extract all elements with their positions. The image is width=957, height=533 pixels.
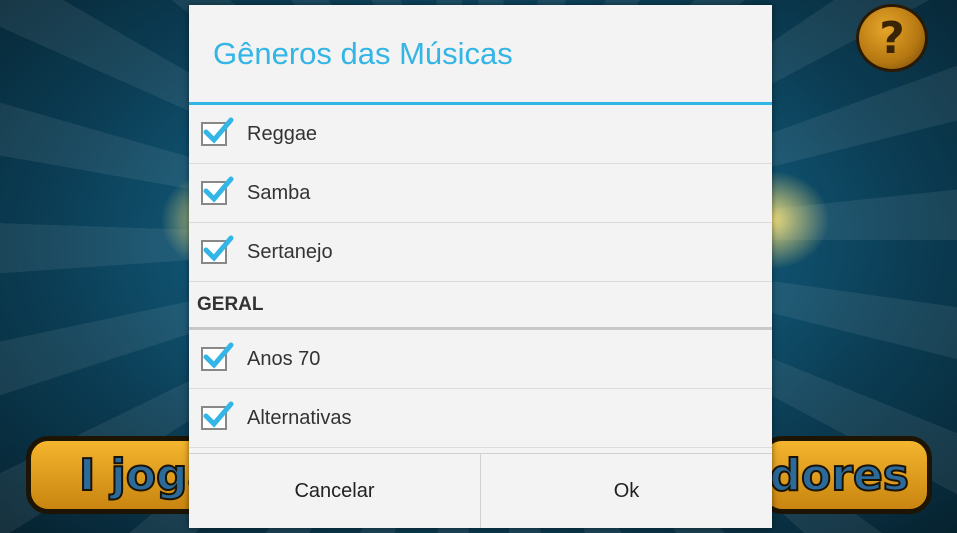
list-item-alternativas[interactable]: Alternativas (189, 389, 772, 448)
list-item-label: Samba (247, 181, 311, 204)
checkbox-checked-icon[interactable] (201, 176, 234, 205)
help-button[interactable]: ? (856, 4, 928, 72)
checkbox-checked-icon[interactable] (201, 117, 234, 146)
cancel-button[interactable]: Cancelar (189, 454, 480, 528)
list-item-samba[interactable]: Samba (189, 164, 772, 223)
ok-button[interactable]: Ok (480, 454, 772, 528)
checkbox-checked-icon[interactable] (201, 401, 234, 430)
genres-dialog: Gêneros das Músicas Reggae Samba Sertane… (189, 5, 772, 528)
list-item-label: Anos 70 (247, 347, 321, 370)
checkbox-checked-icon[interactable] (201, 235, 234, 264)
list-item-reggae[interactable]: Reggae (189, 105, 772, 164)
section-header-geral: GERAL (189, 282, 772, 330)
dialog-button-bar: Cancelar Ok (189, 453, 772, 528)
list-item-anos-70[interactable]: Anos 70 (189, 330, 772, 389)
help-icon: ? (879, 12, 905, 64)
list-item-label: Alternativas (247, 406, 352, 429)
list-item-sertanejo[interactable]: Sertanejo (189, 223, 772, 282)
background-glow-right (770, 170, 830, 270)
list-item-label: Sertanejo (247, 240, 333, 263)
players-button-right[interactable]: adores (739, 436, 932, 514)
list-item-label: Reggae (247, 122, 318, 145)
checkbox-checked-icon[interactable] (201, 342, 234, 371)
dialog-title: Gêneros das Músicas (189, 5, 772, 105)
